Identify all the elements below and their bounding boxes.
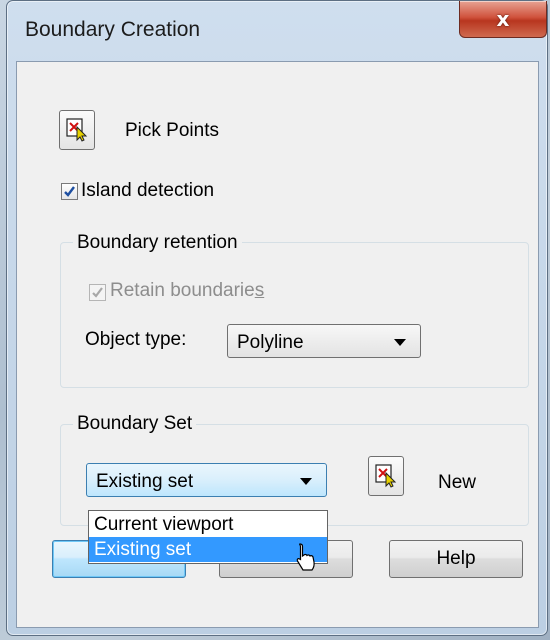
dialog-body: Pick Points Island detection Boundary re… [16, 61, 539, 628]
dropdown-option-existing-set[interactable]: Existing set [89, 537, 327, 562]
boundary-set-title: Boundary Set [73, 413, 197, 435]
pick-points-icon [66, 118, 88, 142]
retain-boundaries-label: Retain boundaries [110, 280, 264, 302]
select-objects-icon [375, 464, 397, 488]
boundary-creation-dialog: Boundary Creation x Pick Points Island d… [6, 0, 548, 636]
boundary-retention-group [60, 242, 529, 388]
island-detection-label: Island detection [81, 180, 215, 201]
object-type-label: Object type: [85, 329, 187, 350]
close-icon: x [496, 7, 510, 31]
pick-points-label: Pick Points [125, 120, 219, 141]
boundary-set-select[interactable]: Existing set [86, 463, 327, 497]
retain-boundaries-checkbox[interactable] [89, 284, 106, 301]
checkmark-icon [64, 186, 75, 197]
island-detection-checkbox[interactable] [61, 183, 78, 200]
dialog-title: Boundary Creation [25, 18, 201, 41]
object-type-select[interactable]: Polyline [227, 324, 421, 358]
retain-boundaries-accelerator: s [254, 280, 265, 301]
new-selection-set-button[interactable] [368, 456, 404, 496]
pick-points-button[interactable] [59, 110, 95, 150]
new-label: New [438, 472, 477, 493]
dropdown-option-current-viewport[interactable]: Current viewport [89, 512, 327, 537]
boundary-retention-title: Boundary retention [73, 232, 242, 254]
close-button[interactable]: x [459, 1, 547, 38]
title-bar[interactable]: Boundary Creation x [7, 1, 547, 63]
retain-boundaries-text: Retain boundarie [110, 280, 255, 301]
help-button[interactable]: Help [389, 540, 523, 578]
object-type-value: Polyline [237, 332, 304, 353]
chevron-down-icon [394, 339, 406, 346]
boundary-set-dropdown-list: Current viewport Existing set [88, 510, 328, 564]
checkmark-icon [92, 287, 103, 298]
chevron-down-icon [300, 478, 312, 485]
mouse-pointer-icon [296, 543, 315, 571]
boundary-set-value: Existing set [96, 471, 194, 492]
